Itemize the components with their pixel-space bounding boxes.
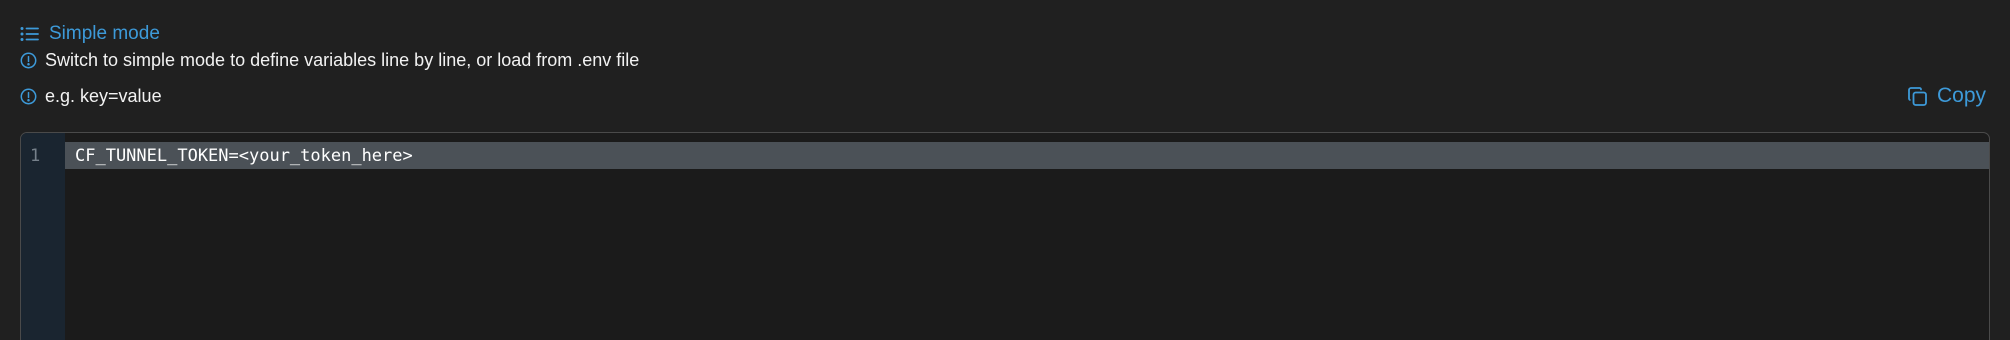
copy-button[interactable]: Copy — [1907, 82, 1986, 110]
copy-icon — [1908, 86, 1927, 106]
hint-env-file: Switch to simple mode to define variable… — [20, 48, 639, 72]
line-number: 1 — [30, 146, 41, 166]
copy-label[interactable]: Copy — [1937, 82, 1986, 110]
simple-mode-label[interactable]: Simple mode — [49, 22, 160, 46]
env-editor[interactable]: 1 CF_TUNNEL_TOKEN=<your_token_here> — [20, 132, 1990, 340]
line-number-gutter — [21, 133, 65, 340]
hint-text: Switch to simple mode to define variable… — [45, 50, 640, 70]
hint-example: e.g. key=value — [20, 84, 162, 108]
list-icon — [20, 26, 39, 41]
hint-text: e.g. key=value — [45, 86, 162, 106]
code-line[interactable]: CF_TUNNEL_TOKEN=<your_token_here> — [75, 144, 413, 168]
env-variables-panel: Simple mode Switch to simple mode to def… — [0, 0, 2010, 340]
simple-mode-button[interactable]: Simple mode — [20, 22, 160, 46]
info-circle-icon — [20, 52, 37, 68]
info-circle-icon — [20, 88, 37, 104]
